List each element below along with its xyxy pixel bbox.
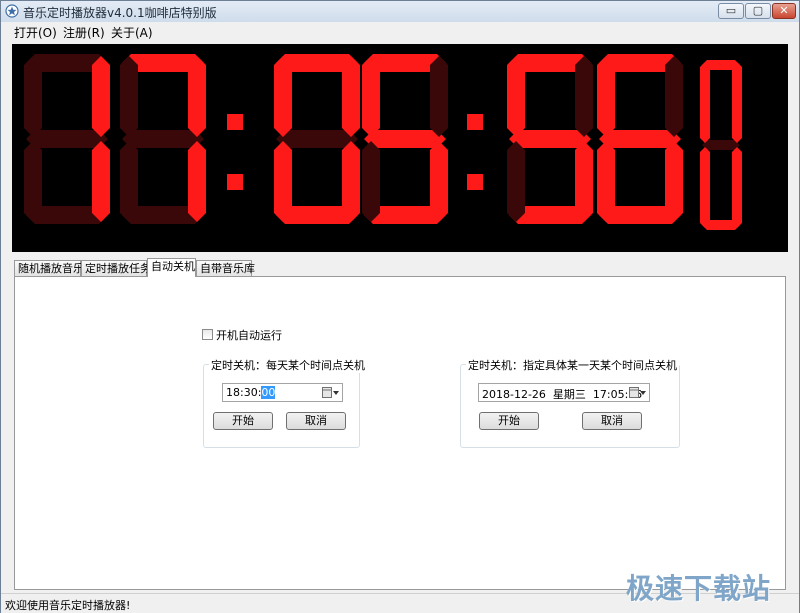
- daily-start-button[interactable]: 开始: [213, 412, 273, 430]
- segment-b: [575, 56, 593, 137]
- daily-shutdown-group: 定时关机：每天某个时间点关机 18:30:00 开始 取消: [203, 357, 367, 448]
- segment-g: [364, 130, 446, 148]
- segment-g: [599, 130, 681, 148]
- maximize-button[interactable]: ▢: [745, 3, 771, 19]
- segment-f: [700, 62, 710, 143]
- segment-f: [24, 56, 42, 137]
- segment-b: [92, 56, 110, 137]
- tab-random-play[interactable]: 随机播放音乐: [14, 260, 84, 276]
- clock-digit-3: [274, 54, 360, 224]
- status-text: 欢迎使用音乐定时播放器!: [5, 599, 131, 612]
- app-icon: [5, 4, 19, 18]
- daily-shutdown-title: 定时关机：每天某个时间点关机: [209, 357, 367, 373]
- segment-g: [276, 130, 358, 148]
- autorun-checkbox[interactable]: [202, 329, 213, 340]
- specific-start-button[interactable]: 开始: [479, 412, 539, 430]
- calendar-dropdown-icon[interactable]: [322, 386, 340, 399]
- autorun-label: 开机自动运行: [216, 329, 282, 342]
- segment-b: [342, 56, 360, 137]
- segment-f: [507, 56, 525, 137]
- segment-c: [188, 141, 206, 222]
- segment-e: [24, 141, 42, 222]
- specific-shutdown-title: 定时关机：指定具体某一天某个时间点关机: [466, 357, 679, 373]
- minimize-button[interactable]: ▭: [718, 3, 744, 19]
- menu-register[interactable]: 注册(R): [63, 24, 105, 41]
- segment-b: [665, 56, 683, 137]
- clock-digit-2: [120, 54, 206, 224]
- segment-f: [274, 56, 292, 137]
- segment-c: [732, 147, 742, 228]
- segment-b: [732, 62, 742, 143]
- calendar-dropdown-icon[interactable]: [629, 386, 647, 399]
- clock-digit-4: [362, 54, 448, 224]
- clock-digit-5: [507, 54, 593, 224]
- app-window: 音乐定时播放器v4.0.1咖啡店特别版 ▭ ▢ ✕ 打开(O) 注册(R) 关于…: [0, 0, 800, 613]
- segment-c: [575, 141, 593, 222]
- segment-c: [665, 141, 683, 222]
- segment-f: [597, 56, 615, 137]
- segment-e: [362, 141, 380, 222]
- menu-open[interactable]: 打开(O): [14, 24, 57, 41]
- tab-scheduled-play[interactable]: 定时播放任务: [81, 260, 151, 276]
- segment-f: [120, 56, 138, 137]
- segment-c: [342, 141, 360, 222]
- segment-b: [430, 56, 448, 137]
- specific-datetime-value: 2018-12-26 星期三 17:05:35: [482, 388, 643, 401]
- specific-cancel-button[interactable]: 取消: [582, 412, 642, 430]
- clock-digit-6: [597, 54, 683, 224]
- segment-f: [362, 56, 380, 137]
- segment-c: [430, 141, 448, 222]
- specific-datetime-picker[interactable]: 2018-12-26 星期三 17:05:35: [478, 383, 650, 402]
- title-bar: 音乐定时播放器v4.0.1咖啡店特别版 ▭ ▢ ✕: [1, 1, 799, 23]
- segment-g: [702, 140, 740, 150]
- tab-music-library[interactable]: 自带音乐库: [196, 260, 255, 276]
- daily-time-value: 18:30:00: [226, 386, 276, 399]
- auto-shutdown-panel: 开机自动运行 定时关机：每天某个时间点关机 18:30:00 开始 取消 定时关…: [14, 276, 786, 590]
- segment-e: [274, 141, 292, 222]
- window-title: 音乐定时播放器v4.0.1咖啡店特别版: [23, 6, 217, 20]
- minimize-icon: ▭: [725, 4, 737, 17]
- led-clock-display: [12, 44, 788, 252]
- menu-bar: 打开(O) 注册(R) 关于(A): [1, 22, 799, 42]
- segment-b: [188, 56, 206, 137]
- close-icon: ✕: [779, 4, 789, 17]
- menu-about[interactable]: 关于(A): [111, 24, 153, 41]
- led-clock: [24, 54, 742, 230]
- clock-digit-1: [24, 54, 110, 224]
- maximize-icon: ▢: [752, 4, 764, 17]
- daily-cancel-button[interactable]: 取消: [286, 412, 346, 430]
- clock-colon-1: [227, 114, 243, 190]
- close-button[interactable]: ✕: [772, 3, 796, 19]
- segment-g: [122, 130, 204, 148]
- watermark-logo: 极速下载站: [626, 572, 772, 605]
- segment-c: [92, 141, 110, 222]
- segment-e: [597, 141, 615, 222]
- segment-e: [120, 141, 138, 222]
- tab-auto-shutdown[interactable]: 自动关机: [147, 258, 196, 277]
- daily-time-picker[interactable]: 18:30:00: [222, 383, 343, 402]
- clock-tenths-digit: [700, 60, 742, 230]
- segment-g: [509, 130, 591, 148]
- specific-shutdown-group: 定时关机：指定具体某一天某个时间点关机 2018-12-26 星期三 17:05…: [460, 357, 680, 448]
- segment-g: [26, 130, 108, 148]
- clock-colon-2: [467, 114, 483, 190]
- segment-e: [507, 141, 525, 222]
- segment-e: [700, 147, 710, 228]
